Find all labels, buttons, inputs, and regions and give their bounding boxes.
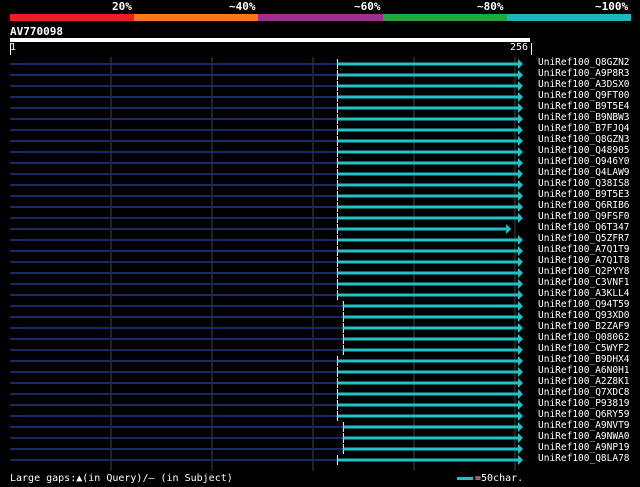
hit-label[interactable]: UniRef100_B9NBW3 [538, 113, 630, 123]
hit-label[interactable]: UniRef100_A7Q1T9 [538, 245, 630, 255]
hit-label[interactable]: UniRef100_Q5ZFR7 [538, 234, 630, 244]
hit-arrow-icon [518, 323, 523, 333]
hit-label[interactable]: UniRef100_A9NP19 [538, 443, 630, 453]
gaps-legend: Large gaps:▲(in Query)/– (in Subject) [10, 473, 233, 484]
hit-arrow-icon [518, 444, 523, 454]
hit-arrow-icon [518, 246, 523, 256]
hit-label[interactable]: UniRef100_A7Q1T8 [538, 256, 630, 266]
hit-label[interactable]: UniRef100_C3VNF1 [538, 278, 630, 288]
hit-label[interactable]: UniRef100_Q93XD0 [538, 311, 630, 321]
hit-label[interactable]: UniRef100_A6N0H1 [538, 366, 630, 376]
hit-label[interactable]: UniRef100_Q94T59 [538, 300, 630, 310]
hit-arrow-icon [518, 169, 523, 179]
hit-arrow-icon [518, 257, 523, 267]
hit-label[interactable]: UniRef100_B2ZAF9 [538, 322, 630, 332]
hit-arrow-icon [518, 191, 523, 201]
hit-label[interactable]: UniRef100_B9DHX4 [538, 355, 630, 365]
scale-key: =50char. [457, 473, 523, 484]
hit-arrow-icon [518, 455, 523, 465]
hit-label[interactable]: UniRef100_A2Z8K1 [538, 377, 630, 387]
hit-label[interactable]: UniRef100_B9T5E3 [538, 190, 630, 200]
hit-arrow-icon [518, 125, 523, 135]
hit-label[interactable]: UniRef100_Q8GZN3 [538, 135, 630, 145]
hit-arrow-icon [518, 367, 523, 377]
hit-label[interactable]: UniRef100_A3DSX0 [538, 80, 630, 90]
hit-label[interactable]: UniRef100_C5WYF2 [538, 344, 630, 354]
hit-label[interactable]: UniRef100_P93819 [538, 399, 630, 409]
hit-label[interactable]: UniRef100_A9P8R3 [538, 69, 630, 79]
hit-label[interactable]: UniRef100_A3KLL4 [538, 289, 630, 299]
hit-label[interactable]: UniRef100_Q6RIB6 [538, 201, 630, 211]
hit-arrow-icon [518, 422, 523, 432]
hit-label[interactable]: UniRef100_Q946Y0 [538, 157, 630, 167]
hit-arrow-icon [518, 235, 523, 245]
hit-label[interactable]: UniRef100_Q2PYY8 [538, 267, 630, 277]
hit-arrow-icon [518, 400, 523, 410]
hit-arrow-icon [518, 202, 523, 212]
hit-arrow-icon [518, 356, 523, 366]
hit-arrow-icon [518, 312, 523, 322]
hit-arrow-icon [506, 224, 512, 234]
hit-arrow-icon [518, 114, 523, 124]
hit-label[interactable]: UniRef100_Q38IS8 [538, 179, 630, 189]
hit-arrow-icon [518, 345, 523, 355]
hit-arrow-icon [518, 301, 523, 311]
scale-swatch [457, 477, 473, 480]
hit-label[interactable]: UniRef100_Q6RY59 [538, 410, 630, 420]
hit-arrow-icon [518, 180, 523, 190]
hit-arrow-icon [518, 290, 523, 300]
hit-arrow-icon [518, 389, 523, 399]
scale-text: =50char. [475, 473, 524, 484]
hit-label[interactable]: UniRef100_A9NVT9 [538, 421, 630, 431]
hit-arrow-icon [518, 378, 523, 388]
hit-label[interactable]: UniRef100_Q08062 [538, 333, 630, 343]
hit-label[interactable]: UniRef100_B9T5E4 [538, 102, 630, 112]
hit-arrow-icon [518, 103, 523, 113]
hit-label[interactable]: UniRef100_Q6T347 [538, 223, 630, 233]
hit-label[interactable]: UniRef100_Q48905 [538, 146, 630, 156]
hit-arrow-icon [518, 268, 523, 278]
hit-arrow-icon [518, 147, 523, 157]
hit-label[interactable]: UniRef100_Q9FT00 [538, 91, 630, 101]
hit-arrow-icon [518, 433, 523, 443]
hit-label[interactable]: UniRef100_Q7XDC8 [538, 388, 630, 398]
hit-arrow-icon [518, 81, 523, 91]
hit-arrow-icon [518, 334, 523, 344]
hit-label[interactable]: UniRef100_Q8GZN2 [538, 58, 630, 68]
hit-arrow-icon [518, 279, 523, 289]
hit-arrow-icon [518, 158, 523, 168]
hit-arrow-icon [518, 59, 523, 69]
hit-arrow-icon [518, 92, 523, 102]
hit-label[interactable]: UniRef100_B7FJQ4 [538, 124, 630, 134]
hit-label[interactable]: UniRef100_Q8LA78 [538, 454, 630, 464]
hit-label[interactable]: UniRef100_Q4LAW9 [538, 168, 630, 178]
hit-arrow-icon [518, 70, 523, 80]
hit-arrow-icon [518, 136, 523, 146]
hit-label[interactable]: UniRef100_A9NWA0 [538, 432, 630, 442]
hit-label[interactable]: UniRef100_Q9FSF0 [538, 212, 630, 222]
hit-arrow-icon [518, 411, 523, 421]
hit-arrow-icon [518, 213, 523, 223]
